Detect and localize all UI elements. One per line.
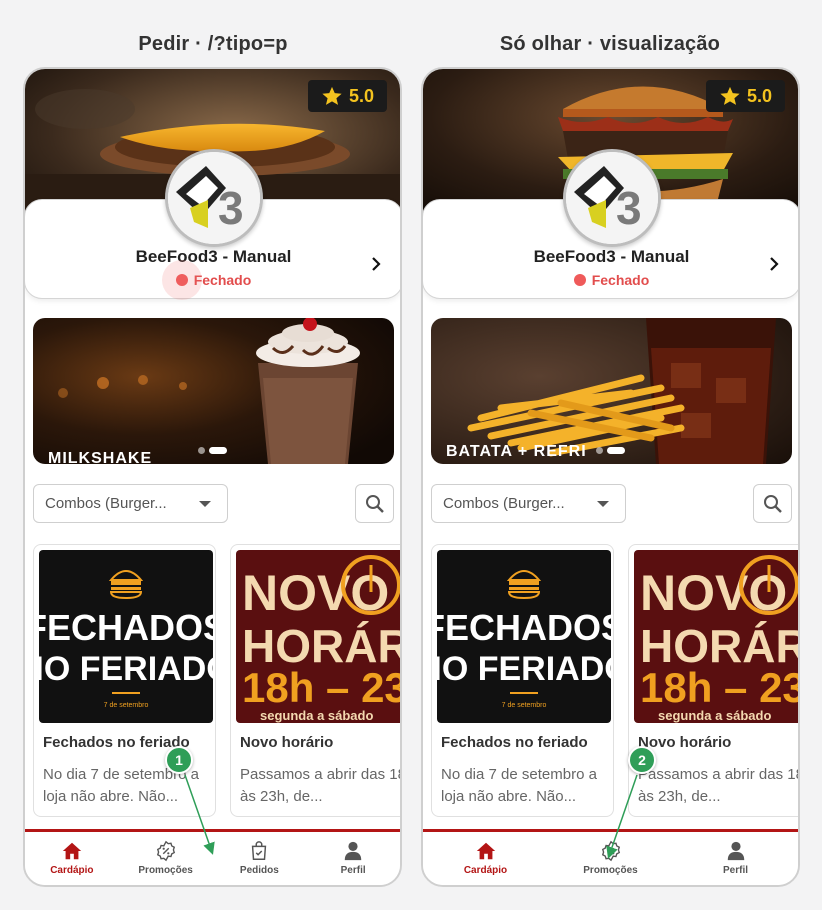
promo-card-horario[interactable]: NOVO HORÁRIO 18h – 23h segunda a sábado … bbox=[230, 544, 402, 817]
nav-label: Perfil bbox=[340, 865, 366, 876]
search-button[interactable] bbox=[753, 484, 792, 523]
discount-badge-icon bbox=[156, 840, 175, 862]
nav-promocoes[interactable]: Promoções bbox=[119, 832, 213, 885]
bottom-nav: Cardápio Promoções Pedidos Perfil bbox=[25, 829, 400, 885]
phone-pedir: 5.0 BeeFood3 - Manual Fechado 3 MILKSHAK… bbox=[23, 67, 402, 887]
chevron-right-icon[interactable] bbox=[368, 256, 384, 272]
store-name: BeeFood3 - Manual bbox=[533, 247, 690, 266]
search-icon bbox=[365, 494, 384, 513]
store-status: Fechado bbox=[423, 272, 798, 288]
horario-line3: 18h – 23h bbox=[242, 664, 402, 711]
card-title: Fechados no feriado bbox=[43, 734, 190, 751]
promo-cards-list: FECHADOS NO FERIADO 7 de setembro Fechad… bbox=[431, 544, 800, 820]
search-icon bbox=[763, 494, 782, 513]
column-title-pedir: Pedir · /?tipo=p bbox=[138, 33, 288, 55]
nav-label: Cardápio bbox=[463, 865, 508, 876]
shopping-bag-icon bbox=[252, 841, 267, 860]
banner-caption: MILKSHAKE bbox=[48, 450, 153, 464]
carousel-dots[interactable] bbox=[198, 447, 227, 454]
nav-perfil[interactable]: Perfil bbox=[673, 832, 798, 885]
category-select[interactable]: Combos (Burger... bbox=[431, 484, 626, 523]
feriado-line1: FECHADOS bbox=[39, 607, 213, 648]
banner-caption: BATATA + REFRI bbox=[446, 443, 587, 460]
bottom-nav: Cardápio Promoções Perfil bbox=[423, 829, 798, 885]
category-select-value: Combos (Burger... bbox=[443, 495, 565, 512]
nav-cardapio[interactable]: Cardápio bbox=[25, 832, 119, 885]
carousel-dots[interactable] bbox=[596, 447, 625, 454]
promo-image-horario: NOVO HORÁRIO 18h – 23h segunda a sábado bbox=[634, 550, 800, 723]
nav-label: Promoções bbox=[138, 865, 193, 876]
promo-banner[interactable]: BATATA + REFRI bbox=[431, 318, 792, 464]
step-marker-1: 1 bbox=[165, 746, 193, 774]
rating-badge: 5.0 bbox=[706, 80, 785, 112]
card-description: No dia 7 de setembro a loja não abre. Nã… bbox=[43, 766, 199, 805]
promo-card-feriado[interactable]: FECHADOS NO FERIADO 7 de setembro Fechad… bbox=[431, 544, 614, 817]
rating-badge: 5.0 bbox=[308, 80, 387, 112]
feriado-date: 7 de setembro bbox=[502, 702, 547, 709]
step-marker-2: 2 bbox=[628, 746, 656, 774]
nav-label: Perfil bbox=[722, 865, 748, 876]
promo-banner[interactable]: MILKSHAKE bbox=[33, 318, 394, 464]
home-icon bbox=[62, 842, 82, 860]
category-select-value: Combos (Burger... bbox=[45, 495, 167, 512]
status-dot-icon bbox=[161, 260, 202, 300]
phone-visualizacao: 5.0 BeeFood3 - Manual Fechado 3 BATATA +… bbox=[421, 67, 800, 887]
horario-line3: 18h – 23h bbox=[640, 664, 800, 711]
feriado-line2: NO FERIADO bbox=[437, 650, 611, 688]
status-dot-icon bbox=[573, 274, 586, 286]
svg-text:3: 3 bbox=[616, 182, 642, 234]
user-icon bbox=[727, 841, 744, 861]
star-icon bbox=[720, 86, 740, 105]
promo-card-feriado[interactable]: FECHADOS NO FERIADO 7 de setembro Fechad… bbox=[33, 544, 216, 817]
chevron-right-icon[interactable] bbox=[766, 256, 782, 272]
rating-value: 5.0 bbox=[746, 85, 773, 106]
horario-line4: segunda a sábado bbox=[260, 708, 373, 723]
horario-line4: segunda a sábado bbox=[658, 708, 771, 723]
star-icon bbox=[322, 86, 342, 105]
nav-promocoes[interactable]: Promoções bbox=[548, 832, 673, 885]
status-label: Fechado bbox=[591, 272, 650, 288]
card-title: Novo horário bbox=[240, 734, 334, 751]
card-description: Passamos a abrir das 18h às 23h, de... bbox=[638, 766, 800, 805]
column-title-visualizacao: Só olhar · visualização bbox=[499, 33, 721, 55]
promo-card-horario[interactable]: NOVO HORÁRIO 18h – 23h segunda a sábado … bbox=[628, 544, 800, 817]
card-title: Novo horário bbox=[638, 734, 732, 751]
promo-image-feriado: FECHADOS NO FERIADO 7 de setembro bbox=[39, 550, 213, 723]
rating-value: 5.0 bbox=[348, 85, 375, 106]
card-title: Fechados no feriado bbox=[441, 734, 588, 751]
feriado-line2: NO FERIADO bbox=[39, 650, 213, 688]
feriado-date: 7 de setembro bbox=[104, 702, 149, 709]
promo-cards-list: FECHADOS NO FERIADO 7 de setembro Fechad… bbox=[33, 544, 402, 820]
caret-down-icon bbox=[199, 501, 211, 507]
feriado-line1: FECHADOS bbox=[437, 607, 611, 648]
home-icon bbox=[476, 842, 495, 860]
card-description: Passamos a abrir das 18h às 23h, de... bbox=[240, 766, 402, 805]
store-logo: 3 bbox=[165, 149, 263, 247]
nav-cardapio[interactable]: Cardápio bbox=[423, 832, 548, 885]
discount-badge-icon bbox=[601, 840, 620, 862]
store-status: Fechado bbox=[25, 260, 400, 300]
svg-text:3: 3 bbox=[218, 182, 244, 234]
nav-perfil[interactable]: Perfil bbox=[306, 832, 400, 885]
promo-image-horario: NOVO HORÁRIO 18h – 23h segunda a sábado bbox=[236, 550, 402, 723]
nav-label: Promoções bbox=[583, 865, 638, 876]
card-description: No dia 7 de setembro a loja não abre. Nã… bbox=[441, 766, 597, 805]
nav-label: Pedidos bbox=[239, 865, 279, 876]
store-name: BeeFood3 - Manual bbox=[135, 247, 292, 266]
nav-pedidos[interactable]: Pedidos bbox=[213, 832, 307, 885]
store-logo: 3 bbox=[563, 149, 661, 247]
promo-image-feriado: FECHADOS NO FERIADO 7 de setembro bbox=[437, 550, 611, 723]
category-select[interactable]: Combos (Burger... bbox=[33, 484, 228, 523]
caret-down-icon bbox=[597, 501, 609, 507]
nav-label: Cardápio bbox=[50, 865, 94, 876]
user-icon bbox=[344, 841, 362, 861]
search-button[interactable] bbox=[355, 484, 394, 523]
status-label: Fechado bbox=[193, 272, 252, 288]
